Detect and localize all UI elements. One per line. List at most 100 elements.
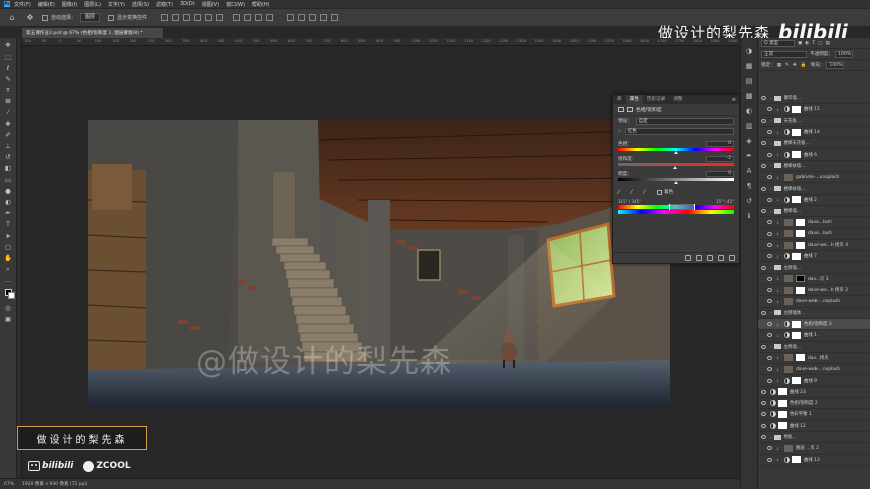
distribute-vertical-icon[interactable] (255, 14, 263, 21)
lightness-slider[interactable] (618, 178, 734, 184)
healing-brush-icon[interactable]: ✚ (3, 119, 13, 129)
distribute-icon[interactable] (233, 14, 241, 21)
layer-mask-thumbnail[interactable] (796, 218, 805, 226)
tab-libraries[interactable]: 库 (613, 95, 626, 104)
photoshop-logo-icon[interactable]: Ps (4, 1, 10, 7)
group-expand-chevron-icon[interactable]: › (770, 310, 772, 315)
layer-row[interactable]: 色彩平衡 1 (758, 409, 870, 421)
visibility-eye-icon[interactable] (761, 186, 766, 191)
align-right-icon[interactable] (183, 14, 191, 21)
layer-group-row[interactable]: › 蒙印墙... (758, 93, 870, 105)
visibility-eye-icon[interactable] (761, 310, 766, 315)
path-select-icon[interactable]: ➤ (3, 231, 13, 241)
layer-mask-thumbnail[interactable] (796, 241, 805, 249)
target-adjust-icon[interactable]: ☝ (618, 129, 621, 134)
menu-item[interactable]: 图像(I) (62, 1, 77, 8)
clip-to-layer-icon[interactable] (685, 255, 691, 261)
info-panel-icon[interactable]: ℹ (745, 212, 754, 221)
layer-group-row[interactable]: › 楼梯天花板... (758, 138, 870, 150)
lasso-tool-icon[interactable]: ℓ (3, 63, 13, 73)
zoom-level[interactable]: 67% (4, 482, 14, 487)
more-options-icon[interactable] (266, 14, 274, 21)
auto-select-checkbox[interactable] (42, 14, 48, 21)
auto-select-dropdown[interactable]: 图层 (80, 13, 101, 22)
opacity-input[interactable]: 100% (834, 50, 853, 58)
group-expand-chevron-icon[interactable]: › (770, 435, 772, 440)
lightness-slider-knob[interactable] (674, 181, 678, 184)
color-range-handles[interactable] (669, 204, 695, 210)
quick-select-tool-icon[interactable]: ✎ (3, 74, 13, 84)
visibility-eye-icon[interactable] (761, 412, 766, 417)
gradient-tool-icon[interactable]: ▭ (3, 175, 13, 185)
menu-item[interactable]: 编辑(E) (38, 1, 55, 8)
layer-row[interactable]: ↓ dave-web-...nsplash (758, 364, 870, 376)
screen-mode-icon[interactable]: ▣ (3, 314, 13, 324)
shape-tool-icon[interactable]: ▢ (3, 242, 13, 252)
visibility-eye-icon[interactable] (761, 423, 766, 428)
color-range-bar[interactable] (618, 204, 734, 210)
align-top-icon[interactable] (194, 14, 202, 21)
layer-row[interactable]: ↓ dave...lash (758, 217, 870, 229)
move-tool-icon[interactable]: ✥ (3, 41, 13, 51)
align-left-icon[interactable] (161, 14, 169, 21)
hue-value-input[interactable]: 0 (706, 140, 734, 147)
layer-row[interactable]: 曲线 12 (758, 421, 870, 432)
visibility-eye-icon[interactable] (767, 175, 772, 180)
layer-mask-thumbnail[interactable] (792, 377, 801, 385)
layer-mask-thumbnail[interactable] (792, 105, 801, 113)
paragraph-panel-icon[interactable]: ¶ (745, 182, 754, 191)
group-expand-chevron-icon[interactable]: › (770, 186, 772, 191)
3d-drag-icon[interactable] (320, 14, 328, 21)
visibility-eye-icon[interactable] (767, 231, 772, 236)
layer-row[interactable]: ↓ 曲线 1 (758, 330, 870, 342)
3d-slide-icon[interactable] (331, 14, 339, 21)
panel-menu-icon[interactable]: ≡ (732, 97, 736, 103)
layer-mask-thumbnail[interactable] (778, 410, 787, 418)
marquee-tool-icon[interactable]: ⬚ (3, 52, 13, 62)
visibility-eye-icon[interactable] (767, 333, 772, 338)
visibility-eye-icon[interactable] (767, 355, 772, 360)
visibility-eye-icon[interactable] (761, 389, 766, 394)
layer-group-row[interactable]: › 左侧墙... (758, 342, 870, 353)
menu-item[interactable]: 视图(V) (202, 1, 219, 8)
layer-row[interactable]: ↓ 曲线 13 (758, 455, 870, 466)
libraries-panel-icon[interactable]: ▥ (745, 122, 754, 131)
visibility-eye-icon[interactable] (767, 243, 772, 247)
layer-row[interactable]: ↓ 曲线 14 (758, 127, 870, 139)
visibility-eye-icon[interactable] (761, 118, 766, 123)
frame-tool-icon[interactable]: ⊠ (3, 97, 13, 107)
distribute-horizontal-icon[interactable] (244, 14, 252, 21)
visibility-eye-icon[interactable] (761, 96, 766, 101)
tab-history[interactable]: 历史记录 (643, 95, 669, 104)
layer-mask-thumbnail[interactable] (796, 354, 805, 362)
layer-row[interactable]: ↓ dav...拷贝 (758, 353, 870, 365)
brush-tool-icon[interactable]: ✐ (3, 130, 13, 140)
saturation-value-input[interactable]: -2 (706, 155, 734, 162)
menu-item[interactable]: 文件(F) (14, 1, 31, 8)
blur-tool-icon[interactable]: ● (3, 186, 13, 196)
home-icon[interactable]: ⌂ (6, 12, 18, 24)
layer-row[interactable]: ↓ dave...lash (758, 229, 870, 240)
layer-row[interactable]: ↓ dave-web-...nsplash (758, 296, 870, 308)
preset-dropdown[interactable]: 自定 (635, 117, 734, 125)
layer-mask-thumbnail[interactable] (792, 128, 801, 136)
eyedropper-icon[interactable]: ⁄ (618, 189, 625, 196)
layer-row[interactable]: ↓ dave-we...h 拷贝 2 (758, 285, 870, 297)
gradients-panel-icon[interactable]: ▤ (745, 77, 754, 86)
visibility-eye-icon[interactable] (767, 254, 772, 259)
layer-mask-icon[interactable] (627, 107, 633, 112)
eraser-tool-icon[interactable]: ◧ (3, 164, 13, 174)
group-expand-chevron-icon[interactable]: › (770, 118, 772, 123)
color-panel-icon[interactable]: ◑ (745, 47, 754, 56)
3d-mode-icon[interactable] (287, 14, 295, 21)
menu-item[interactable]: 滤镜(T) (156, 1, 173, 8)
filter-shape-icon[interactable]: ▢ (818, 41, 822, 46)
paths-panel-icon[interactable]: ✒ (745, 152, 754, 161)
layer-mask-thumbnail[interactable] (796, 230, 805, 238)
visibility-eye-icon[interactable] (761, 141, 766, 146)
menu-item[interactable]: 文字(Y) (108, 1, 125, 8)
lock-all-icon[interactable]: 🔒 (801, 63, 807, 68)
hue-slider[interactable] (618, 148, 734, 154)
document-tab[interactable]: 第五课作业2.psd @ 67% (色相/饱和度 1, 图层蒙版/8) * (22, 28, 164, 38)
clone-stamp-icon[interactable]: ⊥ (3, 141, 13, 151)
